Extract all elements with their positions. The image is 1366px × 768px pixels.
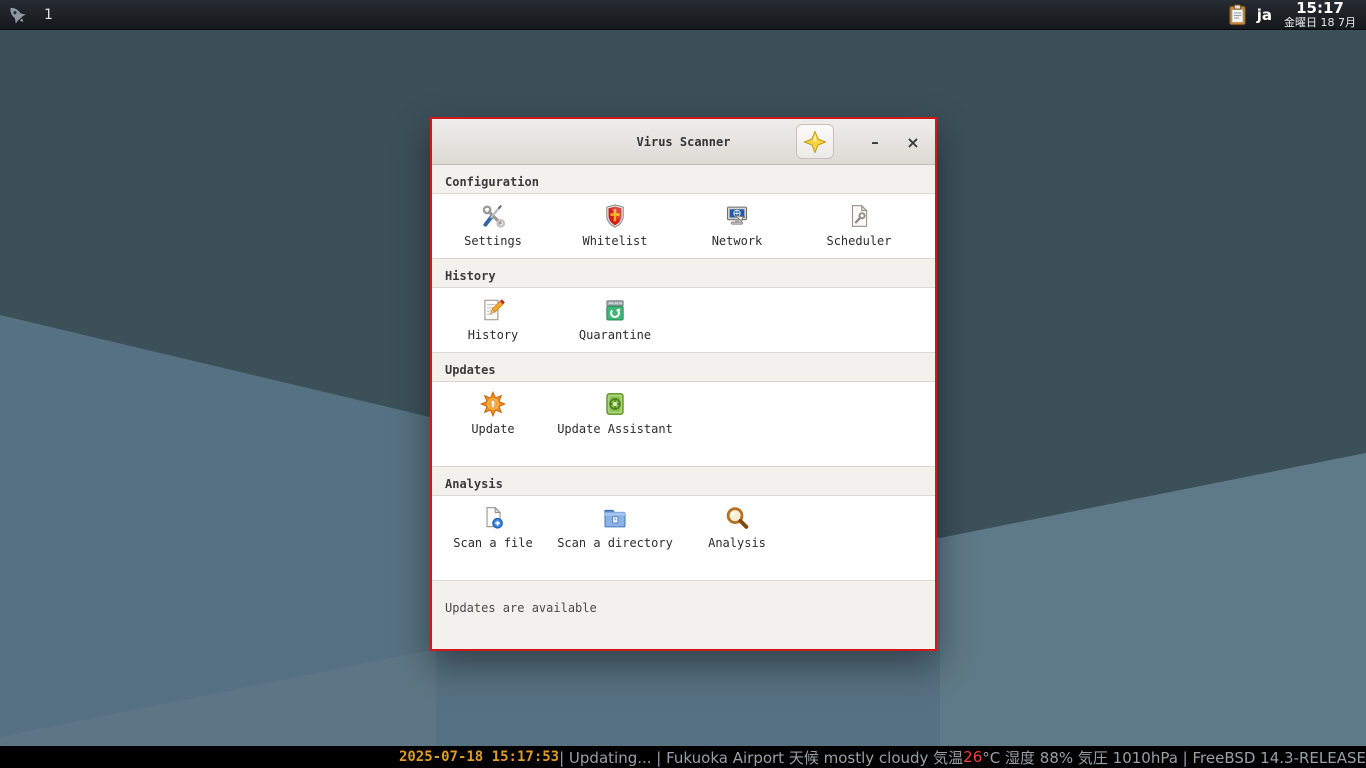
rocket-icon[interactable] [6,4,28,26]
minimize-button[interactable]: – [858,119,892,165]
launcher-history[interactable]: History [432,297,554,345]
launcher-scheduler[interactable]: Scheduler [798,203,920,251]
status-datetime: 2025-07-18 15:17:53 [398,749,560,765]
bottom-status-bar: 2025-07-18 15:17:53 | Updating... | Fuku… [0,746,1366,768]
section-header-history: History [432,259,935,287]
status-temperature: 26 [963,748,983,766]
clock-time: 15:17 [1296,0,1344,17]
section-header-analysis: Analysis [432,467,935,495]
whitelist-icon [602,203,628,229]
sparkle-icon [803,129,827,154]
section-header-updates: Updates [432,353,935,381]
virus-scanner-window: Virus Scanner – × Configuration Settings… [430,117,937,651]
section-row-history: History Quarantine [432,287,935,353]
section-row-configuration: Settings Whitelist Network Scheduler [432,193,935,259]
update-assistant-icon [602,391,628,417]
history-icon [480,297,506,323]
window-body: Configuration Settings Whitelist Network… [432,165,935,649]
launcher-scan-file[interactable]: Scan a file [432,505,554,553]
launcher-label: Analysis [708,536,766,550]
launcher-analysis[interactable]: Analysis [676,505,798,553]
launcher-label: Settings [464,234,522,248]
network-icon [724,203,750,229]
status-os-text: °C 湿度 88% 気圧 1010hPa | FreeBSD 14.3-RELE… [982,748,1366,767]
launcher-label: Scan a directory [557,536,673,550]
desktop: 1 ja 15:17 金曜日 18 7月 Virus Scanner – × C… [0,0,1366,768]
status-weather-text: | Updating... | Fukuoka Airport 天候 mostl… [559,748,964,767]
launcher-quarantine[interactable]: Quarantine [554,297,676,345]
clock-date: 金曜日 18 7月 [1284,15,1356,29]
close-button[interactable]: × [896,119,930,165]
panel-tray: ja 15:17 金曜日 18 7月 [1226,0,1360,29]
launcher-update-assistant[interactable]: Update Assistant [554,391,676,439]
quarantine-icon [602,297,628,323]
launcher-update[interactable]: Update [432,391,554,439]
settings-icon [480,203,506,229]
launcher-label: Scan a file [453,536,533,550]
section-row-analysis: Scan a file Scan a directory Analysis [432,495,935,581]
launcher-label: History [467,328,519,342]
top-panel: 1 ja 15:17 金曜日 18 7月 [0,0,1366,30]
scan-directory-icon [602,505,628,531]
update-icon [480,391,506,417]
launcher-label: Scheduler [826,234,892,248]
launcher-label: Whitelist [582,234,648,248]
close-icon: × [906,132,920,152]
minimize-icon: – [871,133,879,151]
launcher-label: Quarantine [578,328,652,342]
launcher-network[interactable]: Network [676,203,798,251]
analysis-icon [724,505,750,531]
keyboard-layout-indicator[interactable]: ja [1257,6,1272,24]
workspace-indicator[interactable]: 1 [38,7,59,23]
section-header-configuration: Configuration [432,165,935,193]
scan-file-icon [480,505,506,531]
scheduler-icon [846,203,872,229]
launcher-whitelist[interactable]: Whitelist [554,203,676,251]
clipboard-icon[interactable] [1226,3,1249,27]
window-status-text: Updates are available [432,581,935,649]
launcher-label: Update Assistant [557,422,673,436]
panel-clock[interactable]: 15:17 金曜日 18 7月 [1280,0,1360,29]
section-row-updates: Update Update Assistant [432,381,935,467]
sparkle-button[interactable] [796,124,834,159]
launcher-label: Update [471,422,515,436]
launcher-label: Network [711,234,763,248]
panel-left: 1 [6,0,59,29]
titlebar[interactable]: Virus Scanner – × [432,119,935,165]
launcher-scan-directory[interactable]: Scan a directory [554,505,676,553]
launcher-settings[interactable]: Settings [432,203,554,251]
